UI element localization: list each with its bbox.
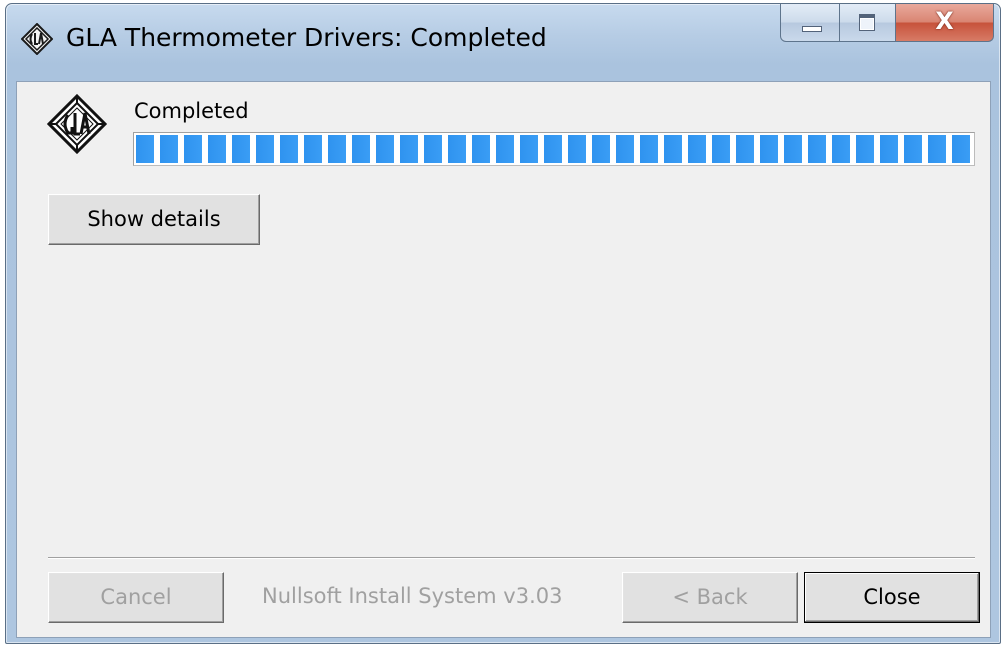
close-icon: X xyxy=(935,7,954,35)
gla-logo-icon[interactable] xyxy=(20,22,54,56)
back-button[interactable]: < Back xyxy=(622,572,798,623)
window-title: GLA Thermometer Drivers: Completed xyxy=(66,23,547,52)
progress-bar xyxy=(133,132,975,166)
branding-text: Nullsoft Install System v3.03 xyxy=(262,584,563,608)
installer-window: GLA Thermometer Drivers: Completed X Com… xyxy=(5,3,1001,644)
maximize-button[interactable] xyxy=(840,4,896,42)
progress-fill xyxy=(136,135,972,163)
footer-separator xyxy=(48,557,975,559)
dialog-body: Completed Show details Cancel Nullsoft I… xyxy=(16,81,991,638)
show-details-button[interactable]: Show details xyxy=(48,194,260,245)
close-window-button[interactable]: X xyxy=(896,4,994,42)
close-button[interactable]: Close xyxy=(804,572,980,623)
title-bar[interactable]: GLA Thermometer Drivers: Completed X xyxy=(6,4,1000,80)
minimize-icon xyxy=(802,26,822,32)
status-label: Completed xyxy=(134,99,249,123)
gla-logo-icon xyxy=(46,93,108,155)
maximize-icon xyxy=(859,14,875,31)
minimize-button[interactable] xyxy=(780,4,840,42)
caption-buttons: X xyxy=(780,4,994,44)
cancel-button[interactable]: Cancel xyxy=(48,572,224,623)
